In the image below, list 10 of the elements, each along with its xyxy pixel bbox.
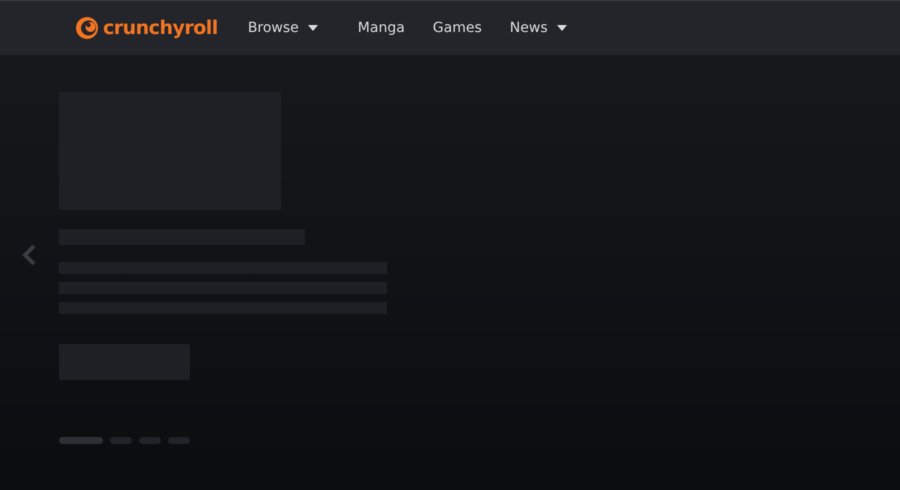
slide-indicator[interactable] xyxy=(59,437,103,444)
logo-icon xyxy=(75,16,99,40)
nav-link[interactable]: Browse xyxy=(234,1,332,55)
nav-link[interactable]: News xyxy=(496,1,581,55)
slide-indicator[interactable] xyxy=(168,437,190,444)
slide-indicator[interactable] xyxy=(110,437,132,444)
logo-text[interactable]: crunchyroll xyxy=(103,14,218,42)
nav-link[interactable]: Manga xyxy=(344,1,419,55)
nav-link[interactable]: Games xyxy=(418,1,496,55)
slide-indicator[interactable] xyxy=(139,437,161,444)
